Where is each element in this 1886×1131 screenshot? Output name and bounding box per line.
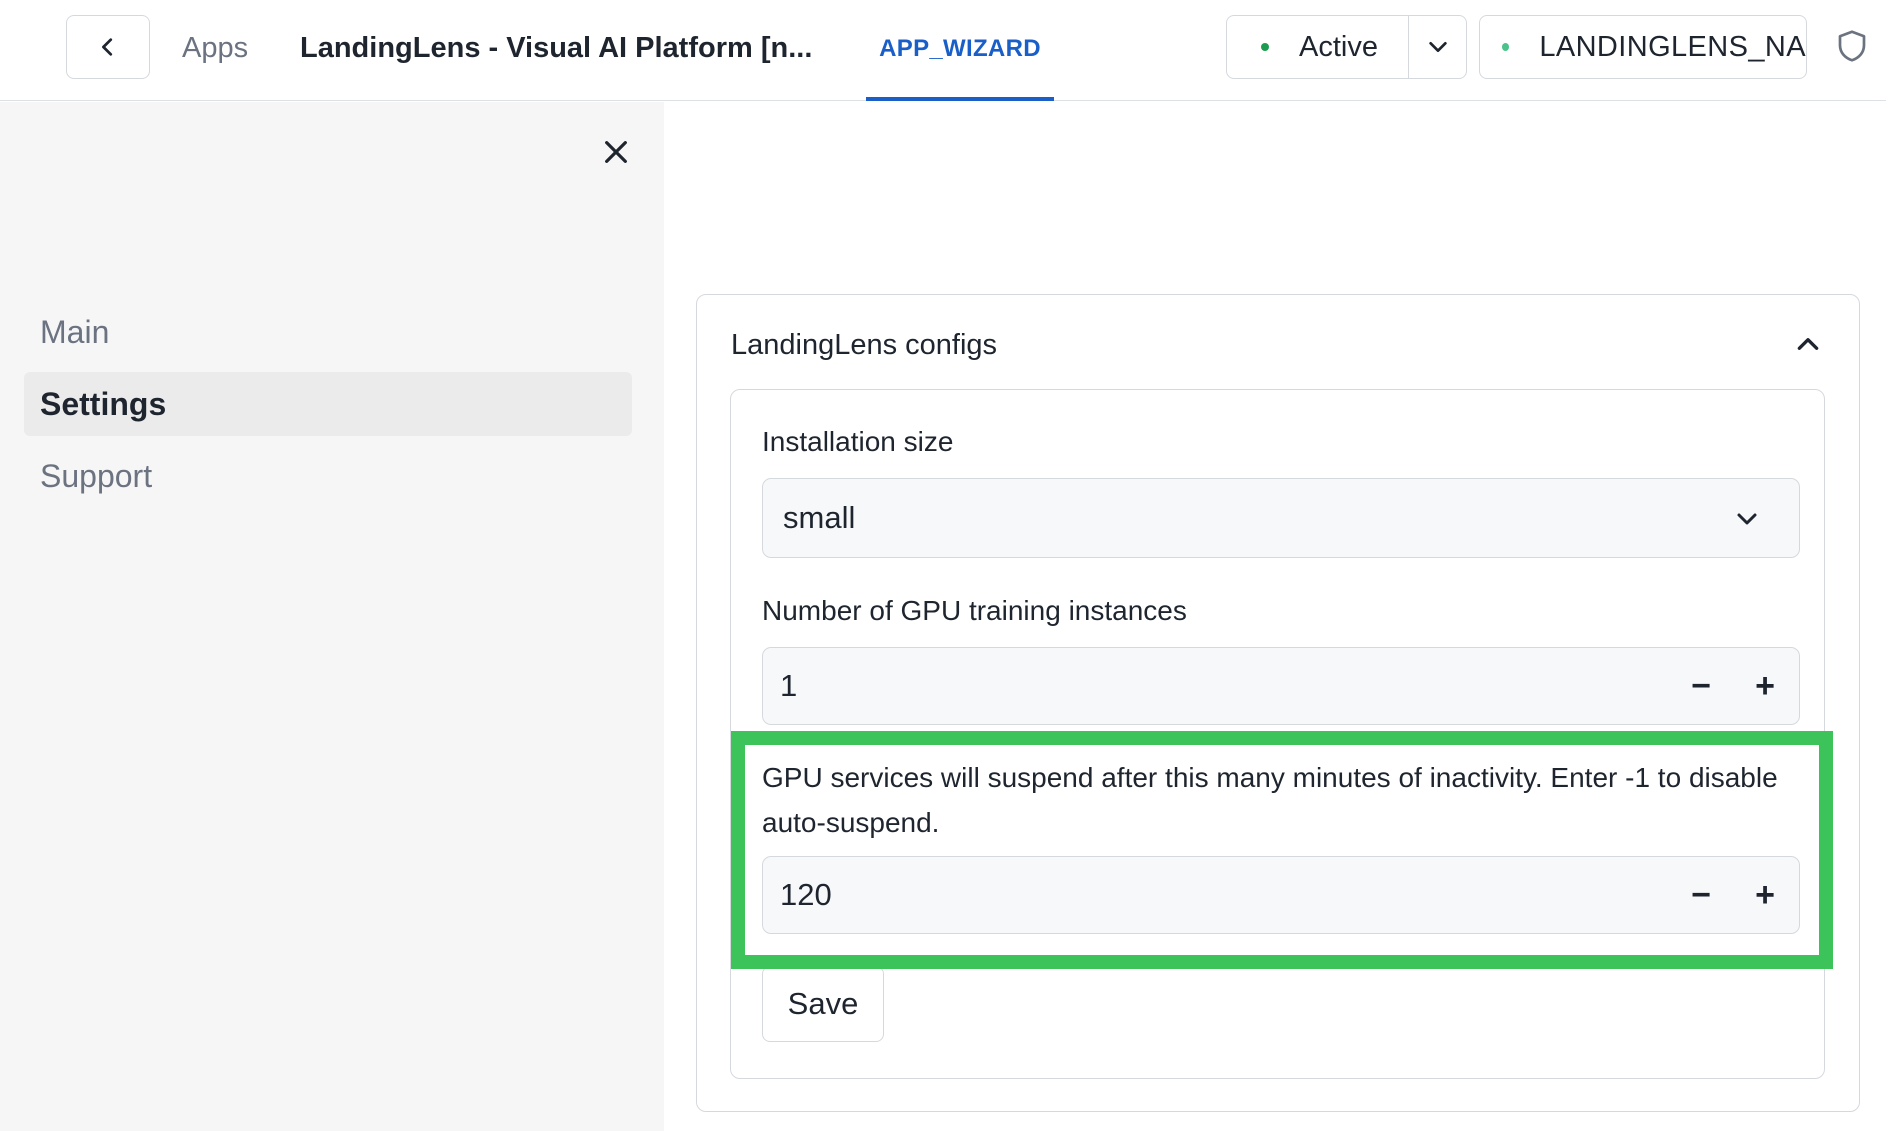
save-button[interactable]: Save — [762, 966, 884, 1042]
chevron-down-icon — [1737, 513, 1757, 525]
gpu-instances-decrement-button[interactable]: − — [1681, 666, 1721, 706]
gpu-instances-value[interactable]: 1 — [780, 668, 797, 704]
chevron-up-icon[interactable] — [1795, 331, 1821, 357]
sidebar-item-settings[interactable]: Settings — [24, 372, 632, 436]
status-control: Active — [1226, 15, 1467, 79]
environment-label: LANDINGLENS_NA — [1539, 30, 1806, 63]
configs-section-title: LandingLens configs — [731, 329, 998, 361]
top-bar: Apps LandingLens - Visual AI Platform [n… — [0, 0, 1886, 101]
app-title: LandingLens - Visual AI Platform [n... — [300, 32, 813, 64]
gpu-instances-stepper[interactable]: 1 − + — [762, 647, 1800, 725]
status-dropdown-button[interactable] — [1409, 16, 1466, 78]
highlight-box — [731, 731, 1833, 969]
installation-size-select[interactable]: small — [762, 478, 1800, 558]
back-button[interactable] — [66, 15, 150, 79]
status-label: Active — [1299, 30, 1378, 63]
installation-size-value: small — [783, 500, 856, 535]
chevron-left-icon — [102, 38, 113, 56]
environment-dot-icon — [1502, 43, 1510, 51]
sidebar: Main Settings Support — [0, 102, 664, 1131]
installation-size-label: Installation size — [762, 426, 954, 457]
gpu-instances-increment-button[interactable]: + — [1745, 666, 1785, 706]
configs-panel: LandingLens configs Installation size sm… — [696, 294, 1860, 1112]
chevron-down-icon — [1428, 41, 1447, 53]
breadcrumb-apps-link[interactable]: Apps — [182, 28, 248, 68]
close-icon[interactable] — [600, 136, 632, 168]
status-dot-icon — [1261, 43, 1269, 51]
shield-icon[interactable] — [1834, 28, 1870, 64]
environment-badge[interactable]: LANDINGLENS_NA — [1479, 15, 1807, 79]
sidebar-item-support[interactable]: Support — [24, 444, 632, 508]
tab-app-wizard[interactable]: APP_WIZARD — [866, 0, 1054, 101]
sidebar-item-main[interactable]: Main — [24, 300, 632, 364]
status-button[interactable]: Active — [1227, 16, 1409, 78]
gpu-instances-label: Number of GPU training instances — [762, 595, 1187, 626]
